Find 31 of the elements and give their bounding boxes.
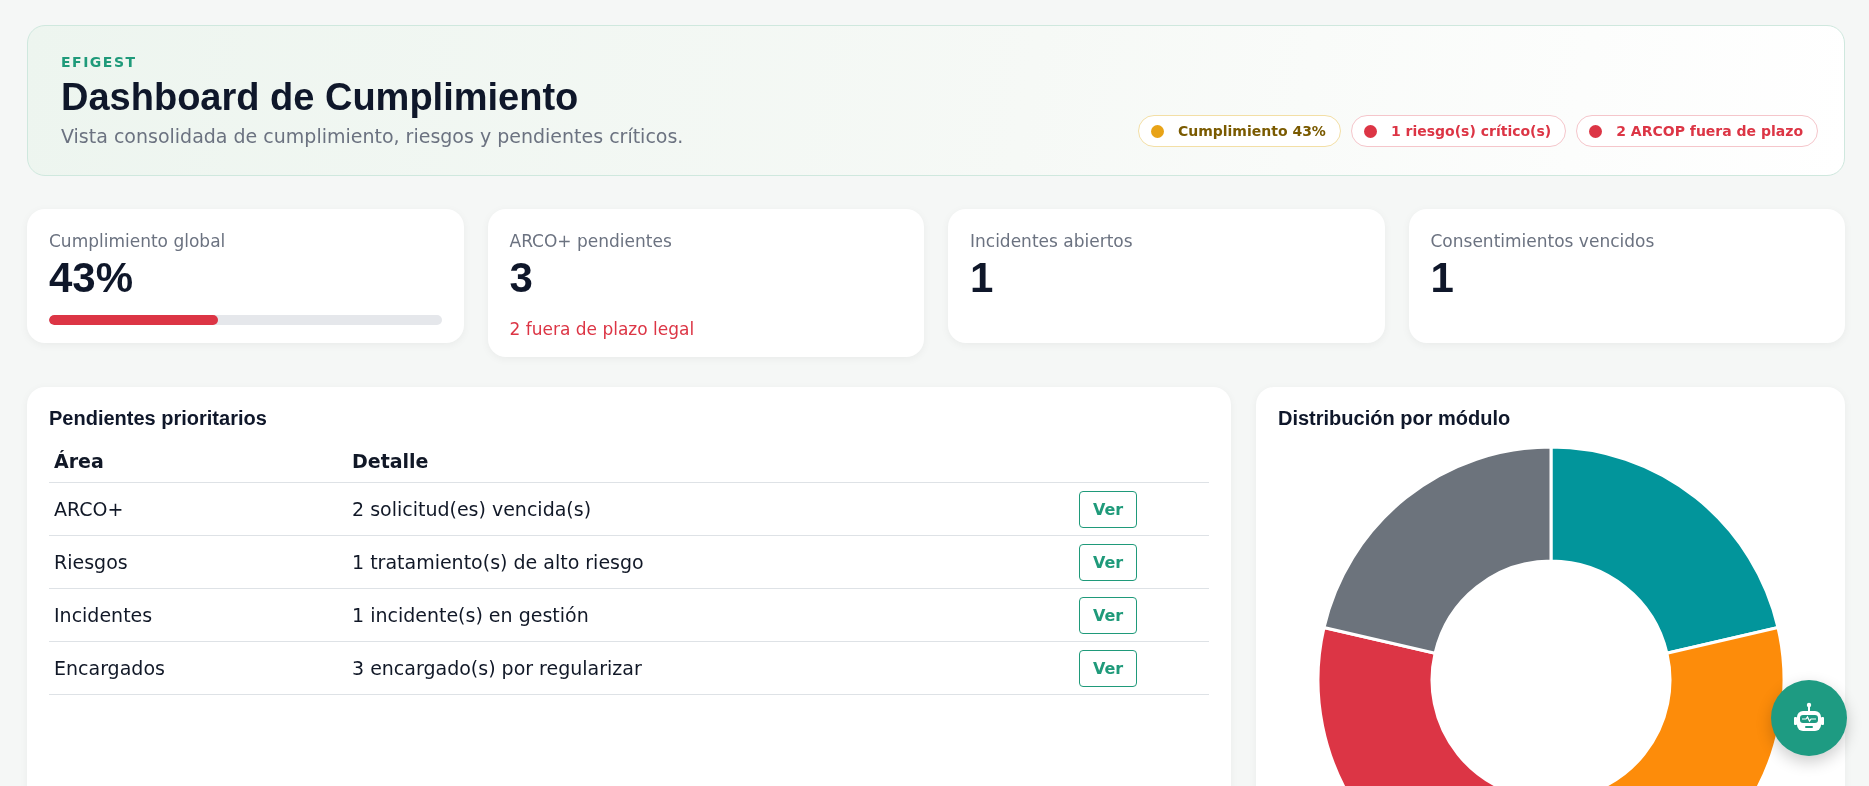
table-cell: Riesgos bbox=[49, 535, 347, 589]
table-cell: Encargados bbox=[49, 641, 347, 695]
kpi-label: Incidentes abiertos bbox=[970, 231, 1134, 251]
badge-label: Cumplimiento 43% bbox=[1177, 123, 1326, 139]
view-button[interactable]: Ver bbox=[1079, 490, 1138, 528]
table-cell: 3 encargado(s) por regularizar bbox=[347, 641, 1074, 695]
kpi-label: ARCO+ pendientes bbox=[509, 231, 673, 251]
table-cell: 1 incidente(s) en gestión bbox=[347, 588, 1074, 642]
table-cell: ARCO+ bbox=[49, 482, 347, 536]
badge-label: 1 riesgo(s) crítico(s) bbox=[1390, 123, 1552, 139]
card-title: Pendientes prioritarios bbox=[49, 407, 268, 430]
table-cell: 1 tratamiento(s) de alto riesgo bbox=[347, 535, 1074, 589]
kpi-value: 1 bbox=[970, 255, 995, 301]
view-button[interactable]: Ver bbox=[1079, 649, 1138, 687]
page-subtitle: Vista consolidada de cumplimiento, riesgos y pendientes críticos. bbox=[61, 125, 684, 147]
kpi-label: Cumplimiento global bbox=[49, 231, 227, 251]
brand-label: EFIGEST bbox=[61, 54, 138, 70]
page-title: Dashboard de Cumplimiento bbox=[61, 76, 580, 119]
kpi-value: 43% bbox=[49, 255, 135, 301]
view-button[interactable]: Ver bbox=[1079, 596, 1138, 634]
view-button[interactable]: Ver bbox=[1079, 543, 1138, 581]
table-cell: 2 solicitud(es) vencida(s) bbox=[347, 482, 1074, 536]
card-title: Distribución por módulo bbox=[1278, 407, 1512, 430]
kpi-label: Consentimientos vencidos bbox=[1430, 231, 1656, 251]
kpi-note: 2 fuera de plazo legal bbox=[509, 319, 696, 339]
table-cell: Incidentes bbox=[49, 588, 347, 642]
kpi-value: 1 bbox=[1430, 255, 1455, 301]
column-header: Detalle bbox=[347, 442, 1074, 483]
badge-label: 2 ARCOP fuera de plazo bbox=[1616, 123, 1803, 139]
kpi-value: 3 bbox=[509, 255, 534, 301]
column-header: Área bbox=[49, 442, 347, 483]
